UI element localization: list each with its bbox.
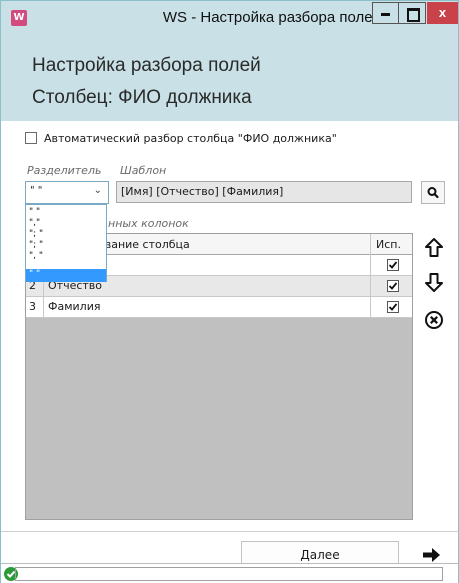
maximize-button[interactable] (399, 2, 426, 24)
search-button[interactable] (421, 181, 445, 204)
search-icon (427, 187, 439, 199)
remove-button[interactable] (421, 307, 447, 333)
separator-dropdown-list[interactable]: " " "," "; " "; " ", " " " (25, 204, 107, 282)
dialog-window: W WS - Настройка разбора полей x Настрой… (0, 0, 459, 583)
title-bar[interactable]: W WS - Настройка разбора полей x (1, 1, 458, 43)
status-bar (1, 563, 458, 583)
arrow-down-icon (425, 273, 443, 292)
check-icon (388, 282, 398, 290)
use-checkbox[interactable] (387, 301, 399, 313)
next-button-label: Далее (300, 548, 340, 562)
separator-option[interactable]: "; " (26, 240, 106, 251)
template-field[interactable]: [Имя] [Отчество] [Фамилия] (116, 181, 412, 203)
close-button[interactable]: x (427, 2, 458, 24)
next-arrow-button[interactable] (421, 546, 443, 564)
check-icon (388, 261, 398, 269)
footer-bar: Далее (1, 531, 458, 569)
move-down-button[interactable] (421, 269, 447, 295)
use-cell[interactable] (370, 255, 412, 275)
minimize-button[interactable] (372, 2, 399, 24)
move-up-button[interactable] (421, 235, 447, 261)
remove-circle-icon (425, 311, 443, 329)
separator-value: " " (30, 185, 43, 196)
header-column-name: ование столбца (98, 238, 190, 251)
separator-option-selected[interactable]: " " (26, 269, 106, 282)
separator-option[interactable]: ", " (26, 251, 106, 262)
check-icon (388, 303, 398, 311)
use-checkbox[interactable] (387, 259, 399, 271)
status-field (15, 567, 443, 581)
auto-parse-row[interactable]: Автоматический разбор столбца "ФИО должн… (25, 131, 337, 145)
row-name[interactable]: Фамилия (48, 300, 100, 313)
use-cell[interactable] (370, 297, 412, 317)
use-checkbox[interactable] (387, 280, 399, 292)
columns-section-label: нных колонок (108, 217, 189, 230)
separator-option[interactable]: "; " (26, 229, 106, 240)
template-value: [Имя] [Отчество] [Фамилия] (121, 185, 284, 198)
dialog-header: Настройка разбора полей Столбец: ФИО дол… (1, 43, 458, 121)
separator-combobox[interactable]: " " ⌄ (25, 181, 109, 204)
row-number: 3 (26, 297, 44, 317)
window-title: WS - Настройка разбора полей (162, 9, 381, 26)
page-title: Настройка разбора полей (32, 55, 261, 76)
separator-option[interactable]: " " (26, 207, 106, 218)
header-use: Исп. (370, 234, 412, 255)
separator-option[interactable]: "," (26, 218, 106, 229)
template-label: Шаблон (120, 164, 167, 177)
separator-label: Разделитель (27, 164, 102, 177)
page-subtitle: Столбец: ФИО должника (32, 87, 252, 108)
table-row[interactable]: 3 Фамилия (26, 297, 412, 318)
auto-parse-checkbox[interactable] (25, 132, 37, 144)
arrow-up-icon (425, 238, 443, 257)
arrow-right-icon (423, 548, 440, 562)
use-cell[interactable] (370, 276, 412, 296)
auto-parse-label: Автоматический разбор столбца "ФИО должн… (44, 131, 337, 145)
chevron-down-icon[interactable]: ⌄ (94, 185, 102, 196)
